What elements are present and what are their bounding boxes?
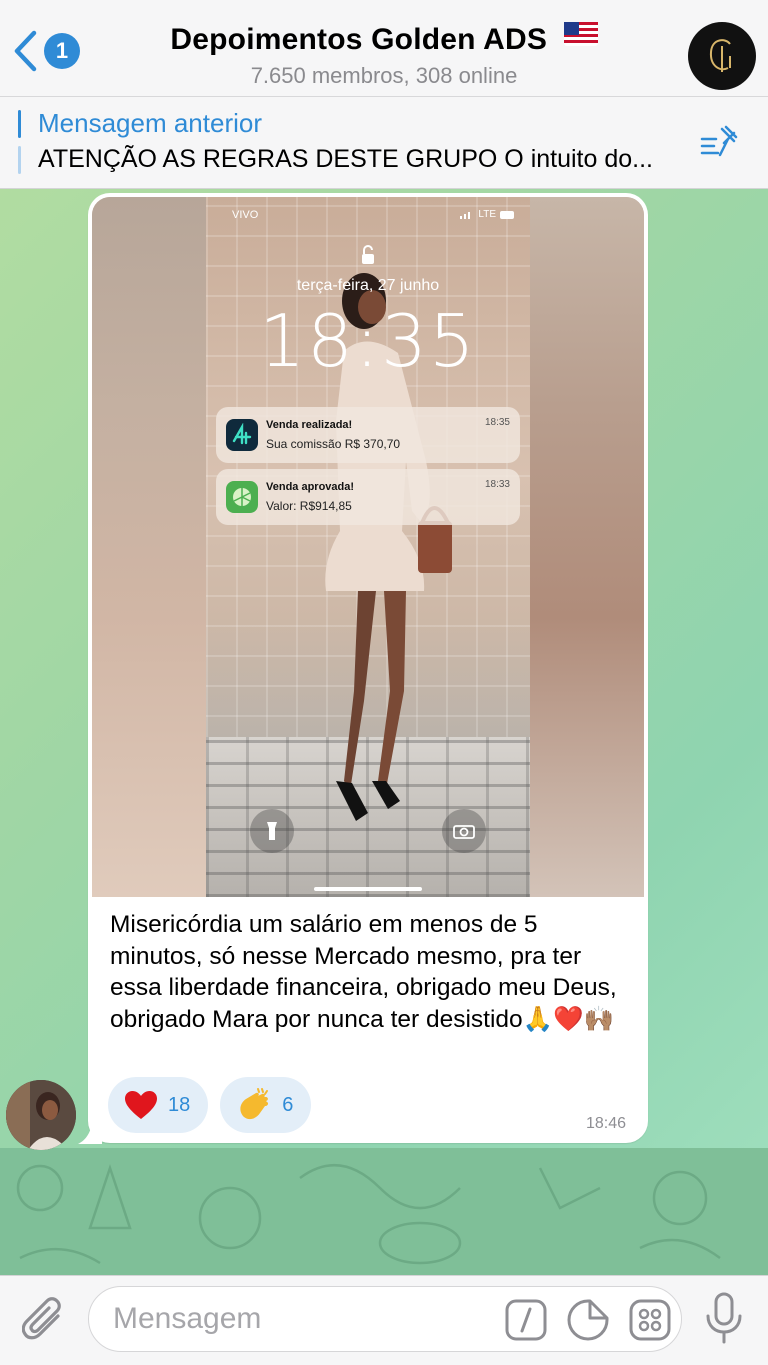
clapping-hands-icon <box>240 1088 269 1120</box>
flashlight-icon <box>250 809 294 853</box>
message-text: Misericórdia um salário em menos de 5 mi… <box>110 911 617 1033</box>
pinned-list-icon[interactable] <box>700 125 740 161</box>
chat-title: Depoimentos Golden ADS <box>170 23 548 56</box>
sender-avatar[interactable] <box>6 1080 76 1150</box>
microphone-icon[interactable] <box>704 1292 744 1346</box>
us-flag-icon <box>563 22 598 46</box>
chat-wallpaper-pattern <box>0 1148 768 1275</box>
notification-card: Venda aprovada! Valor: R$914,85 18:33 <box>216 469 520 525</box>
pinned-text: ATENÇÃO AS REGRAS DESTE GRUPO O intuito … <box>38 145 653 173</box>
notification-body: Valor: R$914,85 <box>266 499 352 513</box>
reaction-clap[interactable]: 6 <box>220 1077 312 1133</box>
notification-card: Venda realizada! Sua comissão R$ 370,70 … <box>216 407 520 463</box>
pinned-indicator-secondary <box>18 146 21 174</box>
network-label: LTE <box>478 209 496 220</box>
app-icon <box>226 481 258 513</box>
pinned-title: Mensagem anterior <box>38 108 262 138</box>
lockscreen-time: 18:35 <box>259 299 477 383</box>
lockscreen-date: terça-feira, 27 junho <box>296 277 440 294</box>
message-input[interactable] <box>113 1287 493 1351</box>
reactions: 18 6 <box>108 1077 312 1133</box>
notification-body: Sua comissão R$ 370,70 <box>266 437 401 451</box>
signal-icon <box>460 211 471 219</box>
chat-subtitle: 7.650 membros, 308 online <box>250 63 518 88</box>
command-slash-icon[interactable] <box>505 1299 547 1341</box>
group-avatar[interactable] <box>688 22 756 90</box>
pinned-indicator <box>18 110 21 138</box>
message-input-container[interactable] <box>88 1286 682 1352</box>
notification-title: Venda aprovada! <box>266 481 355 493</box>
sticker-icon[interactable] <box>567 1299 609 1341</box>
battery-icon <box>500 210 514 219</box>
golden-logo-icon <box>709 39 731 72</box>
chat-header: 1 Depoimentos Golden ADS 7.650 membros, … <box>0 0 768 97</box>
carrier-label: VIVO <box>232 209 259 221</box>
message-image[interactable]: VIVO LTE terça-feira, 27 junho 18:35 Ven… <box>92 197 644 897</box>
camera-icon <box>442 809 486 853</box>
heart-icon <box>125 1091 157 1119</box>
paperclip-icon[interactable] <box>22 1294 66 1344</box>
notification-time: 18:35 <box>484 417 510 428</box>
app-icon <box>226 419 258 451</box>
bot-menu-icon[interactable] <box>629 1299 671 1341</box>
reaction-heart[interactable]: 18 <box>108 1077 209 1133</box>
notification-time: 18:33 <box>484 479 510 490</box>
plus-logo-icon <box>232 423 252 445</box>
message-timestamp: 18:46 <box>585 1115 626 1132</box>
phone-screenshot: VIVO LTE terça-feira, 27 junho 18:35 Ven… <box>206 197 530 897</box>
message-bubble[interactable]: VIVO LTE terça-feira, 27 junho 18:35 Ven… <box>88 193 648 1143</box>
home-indicator <box>314 887 422 891</box>
chat-title-area[interactable]: Depoimentos Golden ADS 7.650 membros, 30… <box>0 22 768 89</box>
bubble-tail <box>78 1118 102 1144</box>
notification-title: Venda realizada! <box>266 419 353 431</box>
reaction-count: 6 <box>282 1093 294 1116</box>
lime-logo-icon <box>233 488 251 506</box>
reaction-count: 18 <box>168 1093 191 1116</box>
